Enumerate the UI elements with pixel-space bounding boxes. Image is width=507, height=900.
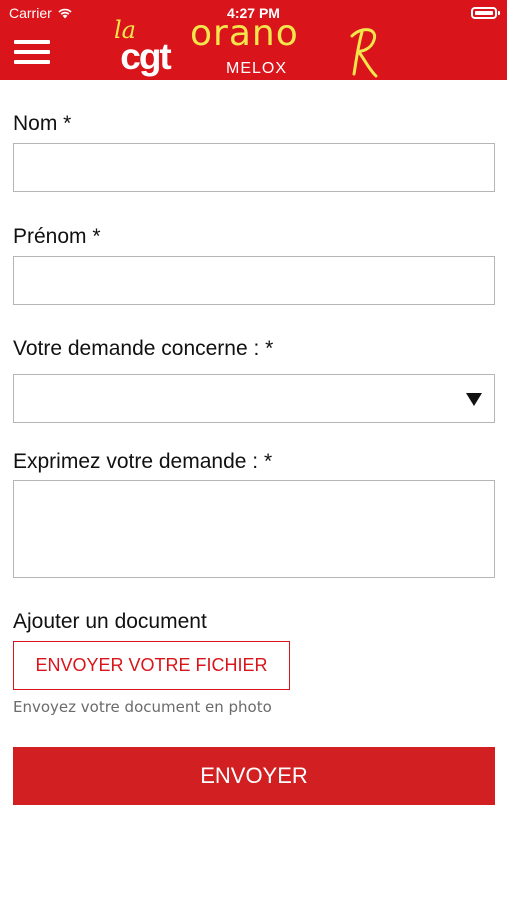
battery-icon [471,7,500,19]
expression-textarea[interactable] [13,480,495,578]
nom-input[interactable] [13,143,495,192]
dropdown-triangle-icon [466,393,482,406]
r-signature-logo [350,28,378,78]
prenom-label: Prénom * [13,225,101,248]
demande-concerne-select[interactable] [13,374,495,423]
melox-logo-text: MELOX [226,60,288,77]
document-label: Ajouter un document [13,610,207,633]
cgt-logo-text: cgt [120,36,172,77]
upload-file-button[interactable]: ENVOYER VOTRE FICHIER [13,641,290,690]
nom-label: Nom * [13,112,72,135]
demande-concerne-label: Votre demande concerne : * [13,337,274,360]
prenom-input[interactable] [13,256,495,305]
cgt-logo: la cgt [110,16,180,80]
app-header: Carrier 4:27 PM la cgt orano MELOX [0,0,507,80]
hamburger-menu-icon[interactable] [14,38,50,66]
orano-logo-text: orano [190,13,299,54]
upload-helper-text: Envoyez votre document en photo [13,698,272,716]
submit-button[interactable]: ENVOYER [13,747,495,805]
expression-label: Exprimez votre demande : * [13,450,273,473]
